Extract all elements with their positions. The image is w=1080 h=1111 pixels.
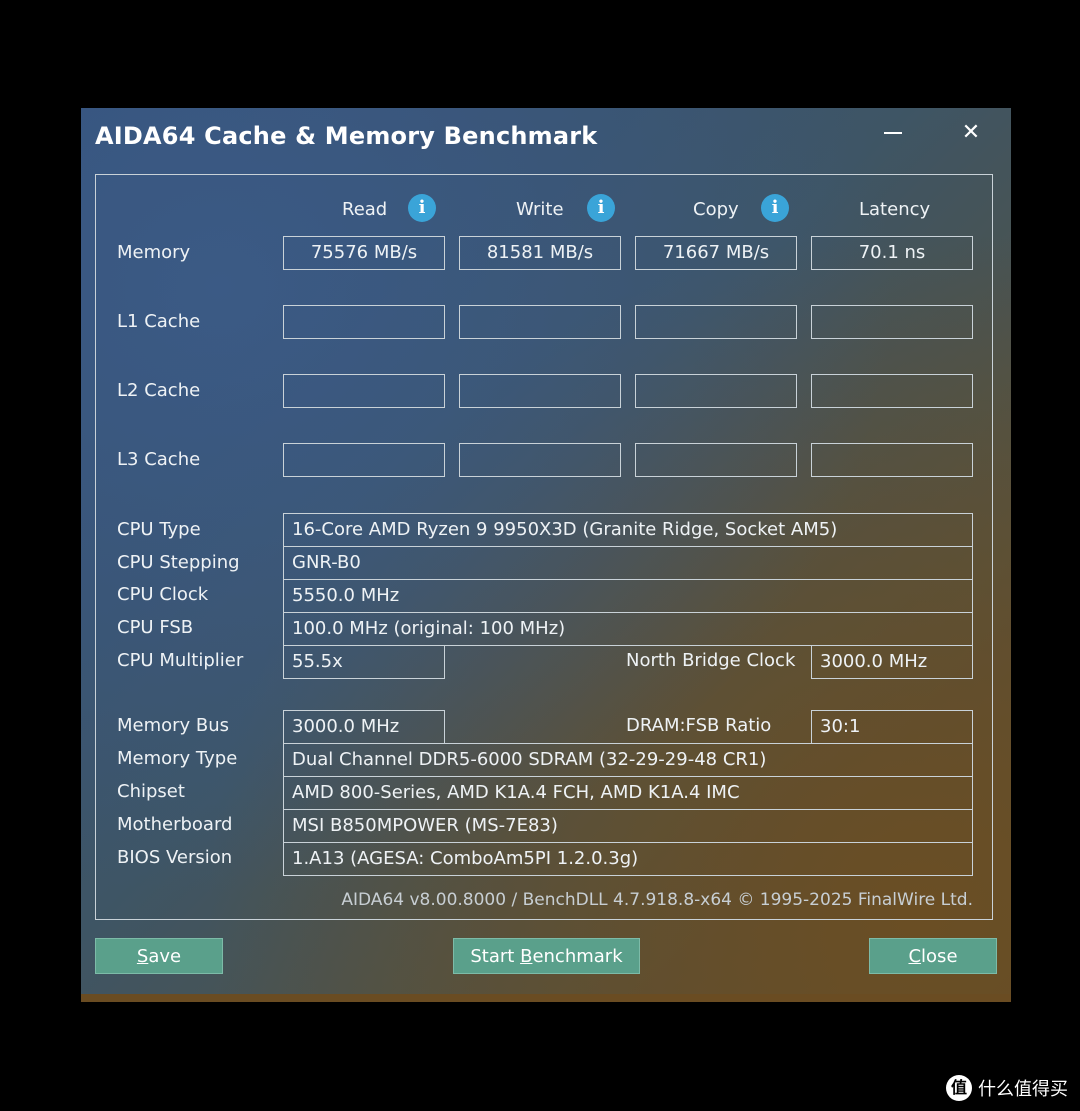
l2-latency-value [811, 374, 973, 408]
info-icon[interactable]: i [408, 194, 436, 222]
memory-read-value: 75576 MB/s [283, 236, 445, 270]
start-label-c: enchmark [532, 946, 623, 967]
version-footer: AIDA64 v8.00.8000 / BenchDLL 4.7.918.8-x… [341, 890, 973, 910]
nb-clock-label: North Bridge Clock [626, 650, 796, 671]
memory-bus-label: Memory Bus [117, 715, 230, 736]
memory-type-value: Dual Channel DDR5-6000 SDRAM (32-29-29-4… [283, 743, 973, 777]
cpu-multiplier-label: CPU Multiplier [117, 650, 244, 671]
dram-fsb-value: 30:1 [811, 710, 973, 744]
l1-copy-value [635, 305, 797, 339]
cpu-stepping-value: GNR-B0 [283, 546, 973, 580]
watermark-text: 什么值得买 [978, 1079, 1068, 1100]
start-benchmark-button[interactable]: Start Benchmark [453, 938, 640, 974]
close-accel: C [908, 946, 922, 967]
close-button[interactable]: Close [869, 938, 997, 974]
header-write: Write [516, 199, 564, 220]
l3-write-value [459, 443, 621, 477]
info-icon[interactable]: i [587, 194, 615, 222]
row-label-l1: L1 Cache [117, 311, 201, 332]
cpu-type-value: 16-Core AMD Ryzen 9 9950X3D (Granite Rid… [283, 513, 973, 547]
chipset-label: Chipset [117, 781, 185, 802]
header-copy: Copy [693, 199, 739, 220]
cpu-fsb-label: CPU FSB [117, 617, 194, 638]
row-label-l3: L3 Cache [117, 449, 201, 470]
l1-read-value [283, 305, 445, 339]
close-label: lose [921, 946, 958, 967]
motherboard-value: MSI B850MPOWER (MS-7E83) [283, 809, 973, 843]
memory-type-label: Memory Type [117, 748, 238, 769]
l1-latency-value [811, 305, 973, 339]
header-read: Read [342, 199, 388, 220]
cpu-type-label: CPU Type [117, 519, 201, 540]
window-title: AIDA64 Cache & Memory Benchmark [95, 122, 598, 150]
minimize-icon [884, 132, 902, 134]
memory-latency-value: 70.1 ns [811, 236, 973, 270]
motherboard-label: Motherboard [117, 814, 233, 835]
header-latency: Latency [859, 199, 931, 220]
save-label: ave [148, 946, 182, 967]
chipset-value: AMD 800-Series, AMD K1A.4 FCH, AMD K1A.4… [283, 776, 973, 810]
start-label-a: Start [470, 946, 521, 967]
start-accel: B [520, 946, 533, 967]
l3-copy-value [635, 443, 797, 477]
cpu-fsb-value: 100.0 MHz (original: 100 MHz) [283, 612, 973, 646]
dram-fsb-label: DRAM:FSB Ratio [626, 715, 772, 736]
info-icon[interactable]: i [761, 194, 789, 222]
l3-read-value [283, 443, 445, 477]
cpu-stepping-label: CPU Stepping [117, 552, 240, 573]
row-label-memory: Memory [117, 242, 191, 263]
memory-bus-value: 3000.0 MHz [283, 710, 445, 744]
l1-write-value [459, 305, 621, 339]
row-label-l2: L2 Cache [117, 380, 201, 401]
close-icon: ✕ [961, 120, 981, 145]
nb-clock-value: 3000.0 MHz [811, 645, 973, 679]
cpu-clock-value: 5550.0 MHz [283, 579, 973, 613]
l2-copy-value [635, 374, 797, 408]
l2-write-value [459, 374, 621, 408]
minimize-button[interactable] [873, 118, 913, 148]
benchmark-window: AIDA64 Cache & Memory Benchmark ✕ Read i… [81, 108, 1011, 1002]
close-window-button[interactable]: ✕ [951, 118, 991, 148]
l3-latency-value [811, 443, 973, 477]
memory-write-value: 81581 MB/s [459, 236, 621, 270]
memory-copy-value: 71667 MB/s [635, 236, 797, 270]
save-accel: S [136, 946, 149, 967]
watermark: 值 什么值得买 [946, 1075, 1068, 1101]
cpu-clock-label: CPU Clock [117, 584, 209, 605]
l2-read-value [283, 374, 445, 408]
watermark-icon: 值 [946, 1075, 972, 1101]
cpu-multiplier-value: 55.5x [283, 645, 445, 679]
bios-version-value: 1.A13 (AGESA: ComboAm5PI 1.2.0.3g) [283, 842, 973, 876]
save-button[interactable]: Save [95, 938, 223, 974]
bios-version-label: BIOS Version [117, 847, 233, 868]
